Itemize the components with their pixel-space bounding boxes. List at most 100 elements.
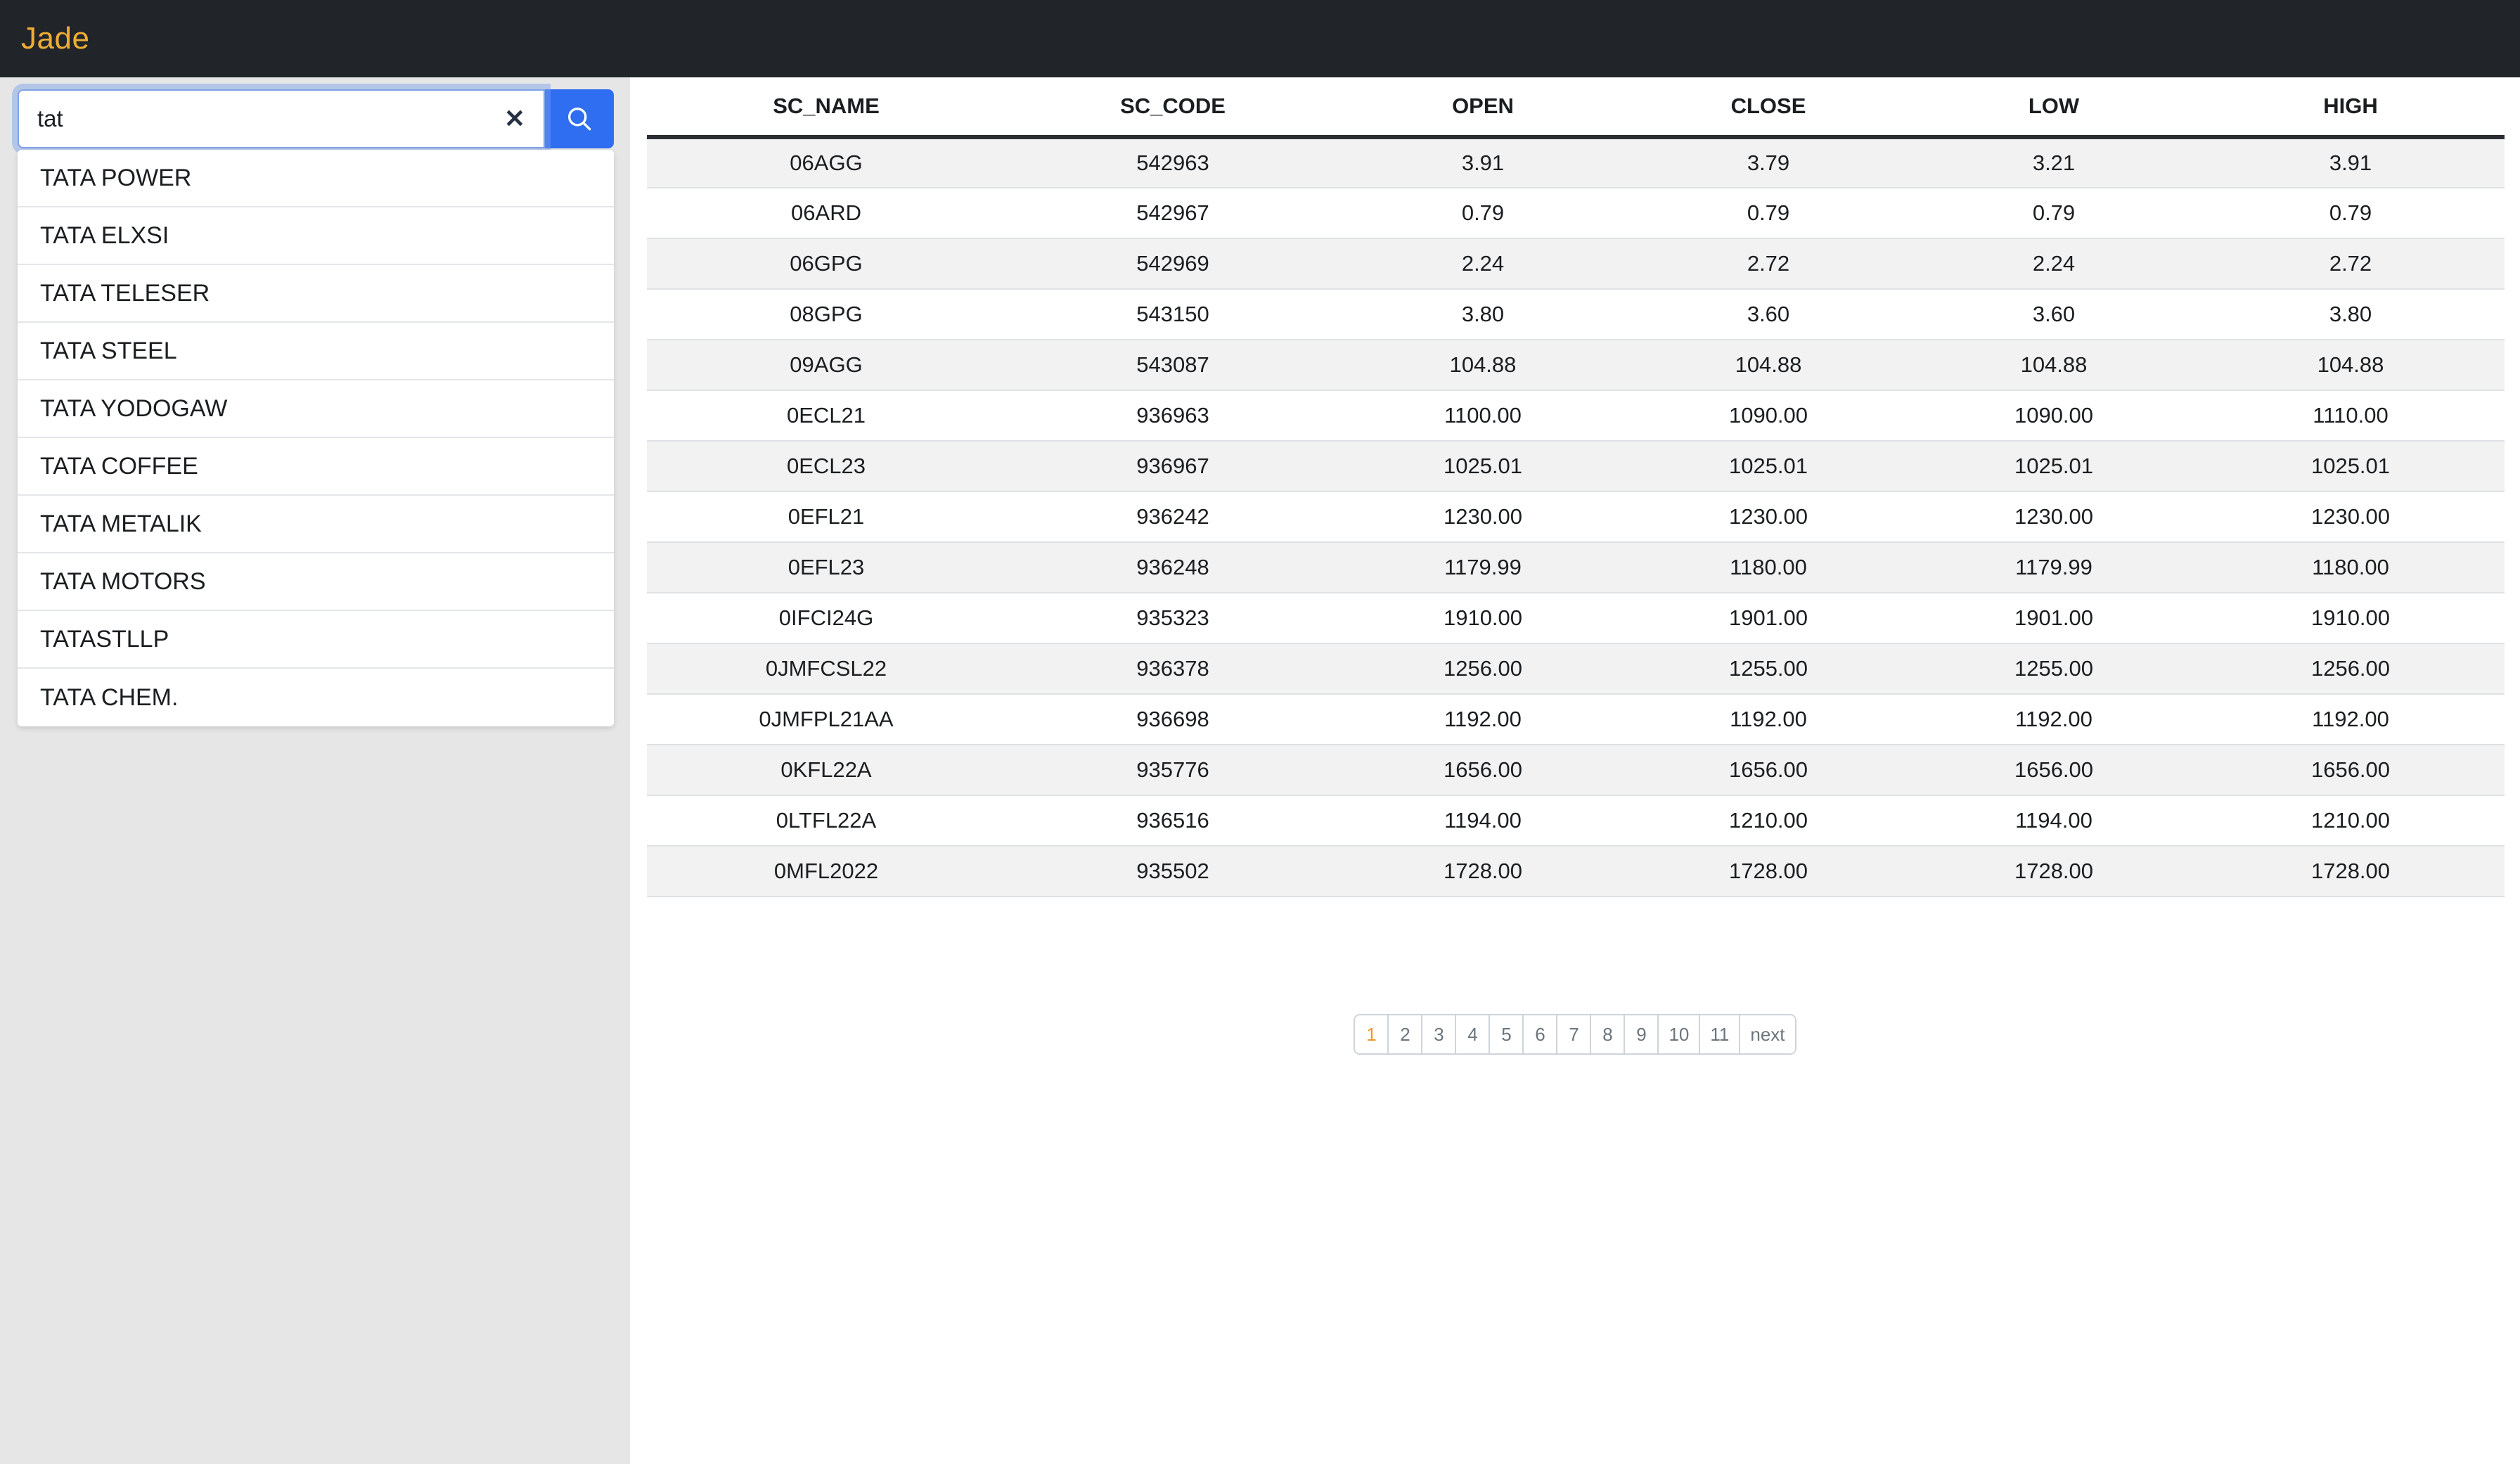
cell-open: 1179.99 xyxy=(1340,542,1626,593)
cell-low: 104.88 xyxy=(1911,340,2197,390)
column-header-sc-name[interactable]: SC_NAME xyxy=(647,77,1005,137)
page-link-3[interactable]: 3 xyxy=(1422,1015,1456,1053)
main-content: SC_NAME SC_CODE OPEN CLOSE LOW HIGH 06AG… xyxy=(630,77,2520,1464)
column-header-close[interactable]: CLOSE xyxy=(1626,77,1911,137)
table-row[interactable]: 08GPG 543150 3.80 3.60 3.60 3.80 xyxy=(647,289,2505,340)
cell-sc-code: 936378 xyxy=(1005,643,1340,694)
cell-sc-code: 543150 xyxy=(1005,289,1340,340)
cell-low: 1656.00 xyxy=(1911,745,2197,795)
search-input[interactable] xyxy=(19,91,544,147)
cell-low: 1728.00 xyxy=(1911,846,2197,897)
table-row[interactable]: 09AGG 543087 104.88 104.88 104.88 104.88 xyxy=(647,340,2505,390)
table-row[interactable]: 0KFL22A 935776 1656.00 1656.00 1656.00 1… xyxy=(647,745,2505,795)
search-group: ✕ xyxy=(18,89,614,148)
table-row[interactable]: 06GPG 542969 2.24 2.72 2.24 2.72 xyxy=(647,238,2505,289)
brand-logo[interactable]: Jade xyxy=(21,23,89,54)
cell-high: 1230.00 xyxy=(2197,492,2505,542)
column-header-sc-code[interactable]: SC_CODE xyxy=(1005,77,1340,137)
page-link-11[interactable]: 11 xyxy=(1700,1015,1740,1053)
table-row[interactable]: 0EFL23 936248 1179.99 1180.00 1179.99 11… xyxy=(647,542,2505,593)
cell-high: 1192.00 xyxy=(2197,694,2505,745)
list-item[interactable]: TATA ELXSI xyxy=(18,207,614,265)
cell-low: 2.24 xyxy=(1911,238,2197,289)
list-item[interactable]: TATA TELESER xyxy=(18,265,614,323)
list-item[interactable]: TATA POWER xyxy=(18,150,614,207)
cell-high: 1656.00 xyxy=(2197,745,2505,795)
suggestion-label: TATA POWER xyxy=(40,165,191,192)
page-link-9[interactable]: 9 xyxy=(1625,1015,1659,1053)
suggestion-label: TATA MOTORS xyxy=(40,568,206,596)
cell-high: 0.79 xyxy=(2197,188,2505,238)
cell-open: 3.91 xyxy=(1340,137,1626,188)
page-link-5[interactable]: 5 xyxy=(1490,1015,1524,1053)
cell-close: 1090.00 xyxy=(1626,390,1911,441)
cell-close: 3.79 xyxy=(1626,137,1911,188)
cell-open: 104.88 xyxy=(1340,340,1626,390)
cell-sc-code: 936698 xyxy=(1005,694,1340,745)
column-header-high[interactable]: HIGH xyxy=(2197,77,2505,137)
cell-sc-code: 936963 xyxy=(1005,390,1340,441)
cell-sc-name: 08GPG xyxy=(647,289,1005,340)
list-item[interactable]: TATA CHEM. xyxy=(18,669,614,726)
table-row[interactable]: 0ECL23 936967 1025.01 1025.01 1025.01 10… xyxy=(647,441,2505,492)
search-input-wrapper: ✕ xyxy=(18,89,545,148)
table-row[interactable]: 0JMFCSL22 936378 1256.00 1255.00 1255.00… xyxy=(647,643,2505,694)
page-link-1[interactable]: 1 xyxy=(1355,1015,1389,1053)
cell-sc-code: 936242 xyxy=(1005,492,1340,542)
column-header-low[interactable]: LOW xyxy=(1911,77,2197,137)
suggestion-label: TATASTLLP xyxy=(40,626,169,653)
cell-low: 1192.00 xyxy=(1911,694,2197,745)
page-link-7[interactable]: 7 xyxy=(1557,1015,1591,1053)
cell-open: 1256.00 xyxy=(1340,643,1626,694)
table-row[interactable]: 0EFL21 936242 1230.00 1230.00 1230.00 12… xyxy=(647,492,2505,542)
list-item[interactable]: TATA YODOGAW xyxy=(18,380,614,438)
table-body: 06AGG 542963 3.91 3.79 3.21 3.91 06ARD 5… xyxy=(647,137,2505,897)
cell-sc-name: 06ARD xyxy=(647,188,1005,238)
table-row[interactable]: 0LTFL22A 936516 1194.00 1210.00 1194.00 … xyxy=(647,795,2505,846)
table-row[interactable]: 0JMFPL21AA 936698 1192.00 1192.00 1192.0… xyxy=(647,694,2505,745)
table-row[interactable]: 0MFL2022 935502 1728.00 1728.00 1728.00 … xyxy=(647,846,2505,897)
cell-open: 1025.01 xyxy=(1340,441,1626,492)
page-link-10[interactable]: 10 xyxy=(1659,1015,1700,1053)
page-link-next[interactable]: next xyxy=(1740,1015,1794,1053)
cell-open: 1194.00 xyxy=(1340,795,1626,846)
close-icon[interactable]: ✕ xyxy=(499,103,531,135)
table-header-row: SC_NAME SC_CODE OPEN CLOSE LOW HIGH xyxy=(647,77,2505,137)
cell-sc-name: 0LTFL22A xyxy=(647,795,1005,846)
cell-low: 1025.01 xyxy=(1911,441,2197,492)
cell-close: 1230.00 xyxy=(1626,492,1911,542)
cell-high: 1110.00 xyxy=(2197,390,2505,441)
page-link-2[interactable]: 2 xyxy=(1389,1015,1422,1053)
cell-close: 2.72 xyxy=(1626,238,1911,289)
table-row[interactable]: 0ECL21 936963 1100.00 1090.00 1090.00 11… xyxy=(647,390,2505,441)
cell-close: 1255.00 xyxy=(1626,643,1911,694)
suggestion-label: TATA STEEL xyxy=(40,338,177,365)
list-item[interactable]: TATA METALIK xyxy=(18,496,614,553)
cell-close: 1728.00 xyxy=(1626,846,1911,897)
cell-sc-name: 0EFL21 xyxy=(647,492,1005,542)
cell-sc-name: 09AGG xyxy=(647,340,1005,390)
list-item[interactable]: TATASTLLP xyxy=(18,611,614,669)
top-navbar: Jade xyxy=(0,0,2520,77)
stock-table: SC_NAME SC_CODE OPEN CLOSE LOW HIGH 06AG… xyxy=(647,77,2505,897)
column-header-open[interactable]: OPEN xyxy=(1340,77,1626,137)
page-link-4[interactable]: 4 xyxy=(1456,1015,1490,1053)
search-button[interactable] xyxy=(545,89,614,148)
left-sidebar: ✕ TATA POWER TATA ELXSI TATA TELESER TAT… xyxy=(0,77,630,1464)
cell-high: 1025.01 xyxy=(2197,441,2505,492)
cell-sc-name: 06GPG xyxy=(647,238,1005,289)
table-row[interactable]: 06ARD 542967 0.79 0.79 0.79 0.79 xyxy=(647,188,2505,238)
page-link-8[interactable]: 8 xyxy=(1591,1015,1625,1053)
list-item[interactable]: TATA STEEL xyxy=(18,323,614,380)
list-item[interactable]: TATA MOTORS xyxy=(18,553,614,611)
stock-table-container: SC_NAME SC_CODE OPEN CLOSE LOW HIGH 06AG… xyxy=(647,77,2505,897)
list-item[interactable]: TATA COFFEE xyxy=(18,438,614,496)
table-row[interactable]: 0IFCI24G 935323 1910.00 1901.00 1901.00 … xyxy=(647,593,2505,643)
cell-open: 1100.00 xyxy=(1340,390,1626,441)
cell-high: 1256.00 xyxy=(2197,643,2505,694)
table-header: SC_NAME SC_CODE OPEN CLOSE LOW HIGH xyxy=(647,77,2505,137)
cell-high: 1180.00 xyxy=(2197,542,2505,593)
page-link-6[interactable]: 6 xyxy=(1524,1015,1557,1053)
cell-low: 3.60 xyxy=(1911,289,2197,340)
table-row[interactable]: 06AGG 542963 3.91 3.79 3.21 3.91 xyxy=(647,137,2505,188)
